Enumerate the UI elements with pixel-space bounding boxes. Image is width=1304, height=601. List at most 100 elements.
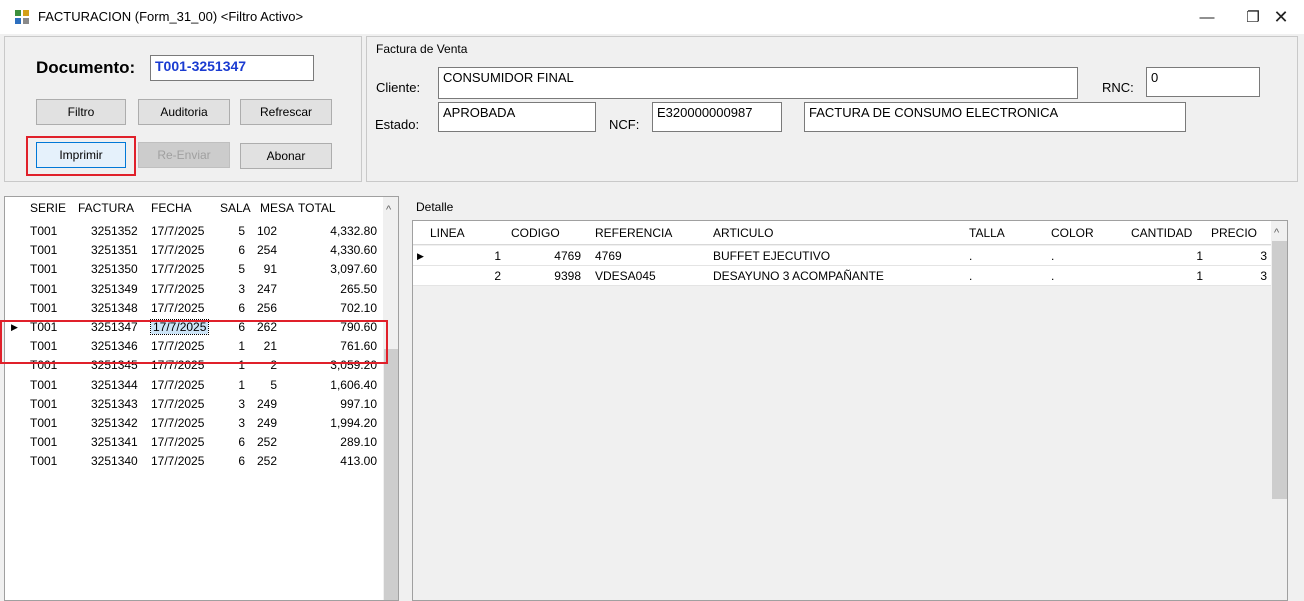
cell-sala[interactable]: 3 [238, 416, 245, 430]
cell-talla[interactable]: . [969, 269, 972, 283]
refrescar-button[interactable]: Refrescar [240, 99, 332, 125]
cell-serie[interactable]: T001 [30, 224, 57, 238]
close-button[interactable]: ✕ [1258, 0, 1304, 34]
col-header-referencia[interactable]: REFERENCIA [595, 226, 672, 240]
cell-fecha[interactable]: 17/7/2025 [151, 243, 204, 257]
cell-factura[interactable]: 3251344 [91, 378, 138, 392]
minimize-button[interactable]: — [1184, 0, 1230, 34]
col-header-codigo[interactable]: CODIGO [511, 226, 560, 240]
cell-referencia[interactable]: 4769 [595, 249, 622, 263]
col-header-mesa[interactable]: MESA [260, 201, 294, 215]
cell-factura[interactable]: 3251343 [91, 397, 138, 411]
cell-fecha[interactable]: 17/7/2025 [151, 397, 204, 411]
cell-total[interactable]: 3,097.60 [330, 262, 377, 276]
cell-serie[interactable]: T001 [30, 454, 57, 468]
invoice-grid-scrollbar[interactable]: ^ [383, 197, 398, 600]
scroll-up-icon[interactable]: ^ [1274, 227, 1279, 239]
invoice-row[interactable]: T001 3251348 17/7/2025 6 256 702.10 [5, 298, 383, 318]
col-header-articulo[interactable]: ARTICULO [713, 226, 773, 240]
cell-mesa[interactable]: 249 [257, 397, 277, 411]
cell-fecha[interactable]: 17/7/2025 [151, 416, 204, 430]
cell-sala[interactable]: 6 [238, 243, 245, 257]
scrollbar-thumb[interactable] [384, 349, 398, 600]
cell-fecha[interactable]: 17/7/2025 [151, 301, 204, 315]
cell-precio[interactable]: 3 [1260, 269, 1267, 283]
invoice-row[interactable]: T001 3251343 17/7/2025 3 249 997.10 [5, 394, 383, 414]
cell-serie[interactable]: T001 [30, 282, 57, 296]
col-header-sala[interactable]: SALA [220, 201, 251, 215]
cell-total[interactable]: 413.00 [340, 454, 377, 468]
col-header-serie[interactable]: SERIE [30, 201, 66, 215]
col-header-fecha[interactable]: FECHA [151, 201, 192, 215]
cell-total[interactable]: 702.10 [340, 301, 377, 315]
cell-mesa[interactable]: 102 [257, 224, 277, 238]
detail-grid-scrollbar[interactable]: ^ [1271, 221, 1287, 600]
detail-grid[interactable]: LINEA CODIGO REFERENCIA ARTICULO TALLA C… [412, 220, 1288, 601]
detail-row[interactable]: 2 9398 VDESA045 DESAYUNO 3 ACOMPAÑANTE.. 1 3 [413, 266, 1271, 286]
cell-codigo[interactable]: 9398 [554, 269, 581, 283]
cell-total[interactable]: 1,606.40 [330, 378, 377, 392]
cell-articulo[interactable]: BUFFET EJECUTIVO [713, 249, 830, 263]
ncf-description-field[interactable]: FACTURA DE CONSUMO ELECTRONICA [804, 102, 1186, 132]
cell-mesa[interactable]: 256 [257, 301, 277, 315]
col-header-linea[interactable]: LINEA [430, 226, 465, 240]
cell-color[interactable]: . [1051, 269, 1054, 283]
ncf-field[interactable]: E320000000987 [652, 102, 782, 132]
cell-color[interactable]: . [1051, 249, 1054, 263]
cell-factura[interactable]: 3251341 [91, 435, 138, 449]
cell-mesa[interactable]: 5 [270, 378, 277, 392]
cell-fecha[interactable]: 17/7/2025 [151, 282, 204, 296]
cell-factura[interactable]: 3251348 [91, 301, 138, 315]
cell-sala[interactable]: 3 [238, 397, 245, 411]
estado-field[interactable]: APROBADA [438, 102, 596, 132]
col-header-total[interactable]: TOTAL [298, 201, 336, 215]
cell-fecha[interactable]: 17/7/2025 [151, 454, 204, 468]
detail-row[interactable]: ▶ 1 4769 4769 BUFFET EJECUTIVO.. 1 3 [413, 246, 1271, 266]
rnc-field[interactable]: 0 [1146, 67, 1260, 97]
cell-sala[interactable]: 6 [238, 301, 245, 315]
cell-sala[interactable]: 5 [238, 262, 245, 276]
document-input[interactable]: T001-3251347 [150, 55, 314, 81]
cell-fecha[interactable]: 17/7/2025 [151, 378, 204, 392]
cliente-field[interactable]: CONSUMIDOR FINAL [438, 67, 1078, 99]
cell-talla[interactable]: . [969, 249, 972, 263]
cell-factura[interactable]: 3251352 [91, 224, 138, 238]
cell-factura[interactable]: 3251350 [91, 262, 138, 276]
cell-total[interactable]: 265.50 [340, 282, 377, 296]
cell-fecha[interactable]: 17/7/2025 [151, 435, 204, 449]
invoice-row[interactable]: T001 3251342 17/7/2025 3 249 1,994.20 [5, 413, 383, 433]
cell-articulo[interactable]: DESAYUNO 3 ACOMPAÑANTE [713, 269, 884, 283]
cell-mesa[interactable]: 91 [264, 262, 277, 276]
col-header-factura[interactable]: FACTURA [78, 201, 134, 215]
invoice-row[interactable]: T001 3251352 17/7/2025 5 102 4,332.80 [5, 221, 383, 241]
cell-total[interactable]: 4,332.80 [330, 224, 377, 238]
cell-serie[interactable]: T001 [30, 435, 57, 449]
cell-sala[interactable]: 6 [238, 454, 245, 468]
scrollbar-thumb[interactable] [1272, 241, 1287, 499]
cell-fecha[interactable]: 17/7/2025 [151, 262, 204, 276]
invoice-row[interactable]: T001 3251350 17/7/2025 5 91 3,097.60 [5, 259, 383, 279]
auditoria-button[interactable]: Auditoria [138, 99, 230, 125]
filtro-button[interactable]: Filtro [36, 99, 126, 125]
cell-sala[interactable]: 5 [238, 224, 245, 238]
cell-serie[interactable]: T001 [30, 397, 57, 411]
col-header-cantidad[interactable]: CANTIDAD [1131, 226, 1192, 240]
col-header-talla[interactable]: TALLA [969, 226, 1005, 240]
col-header-precio[interactable]: PRECIO [1211, 226, 1257, 240]
cell-linea[interactable]: 2 [494, 269, 501, 283]
cell-sala[interactable]: 1 [238, 378, 245, 392]
cell-referencia[interactable]: VDESA045 [595, 269, 656, 283]
abonar-button[interactable]: Abonar [240, 143, 332, 169]
cell-sala[interactable]: 6 [238, 435, 245, 449]
cell-fecha[interactable]: 17/7/2025 [151, 224, 204, 238]
cell-serie[interactable]: T001 [30, 243, 57, 257]
scroll-up-icon[interactable]: ^ [386, 204, 391, 216]
cell-factura[interactable]: 3251349 [91, 282, 138, 296]
invoice-row[interactable]: T001 3251344 17/7/2025 1 5 1,606.40 [5, 375, 383, 395]
cell-factura[interactable]: 3251351 [91, 243, 138, 257]
cell-codigo[interactable]: 4769 [554, 249, 581, 263]
reenviar-button[interactable]: Re-Enviar [138, 142, 230, 168]
col-header-color[interactable]: COLOR [1051, 226, 1094, 240]
invoice-row[interactable]: T001 3251349 17/7/2025 3 247 265.50 [5, 279, 383, 299]
invoice-row[interactable]: T001 3251351 17/7/2025 6 254 4,330.60 [5, 240, 383, 260]
